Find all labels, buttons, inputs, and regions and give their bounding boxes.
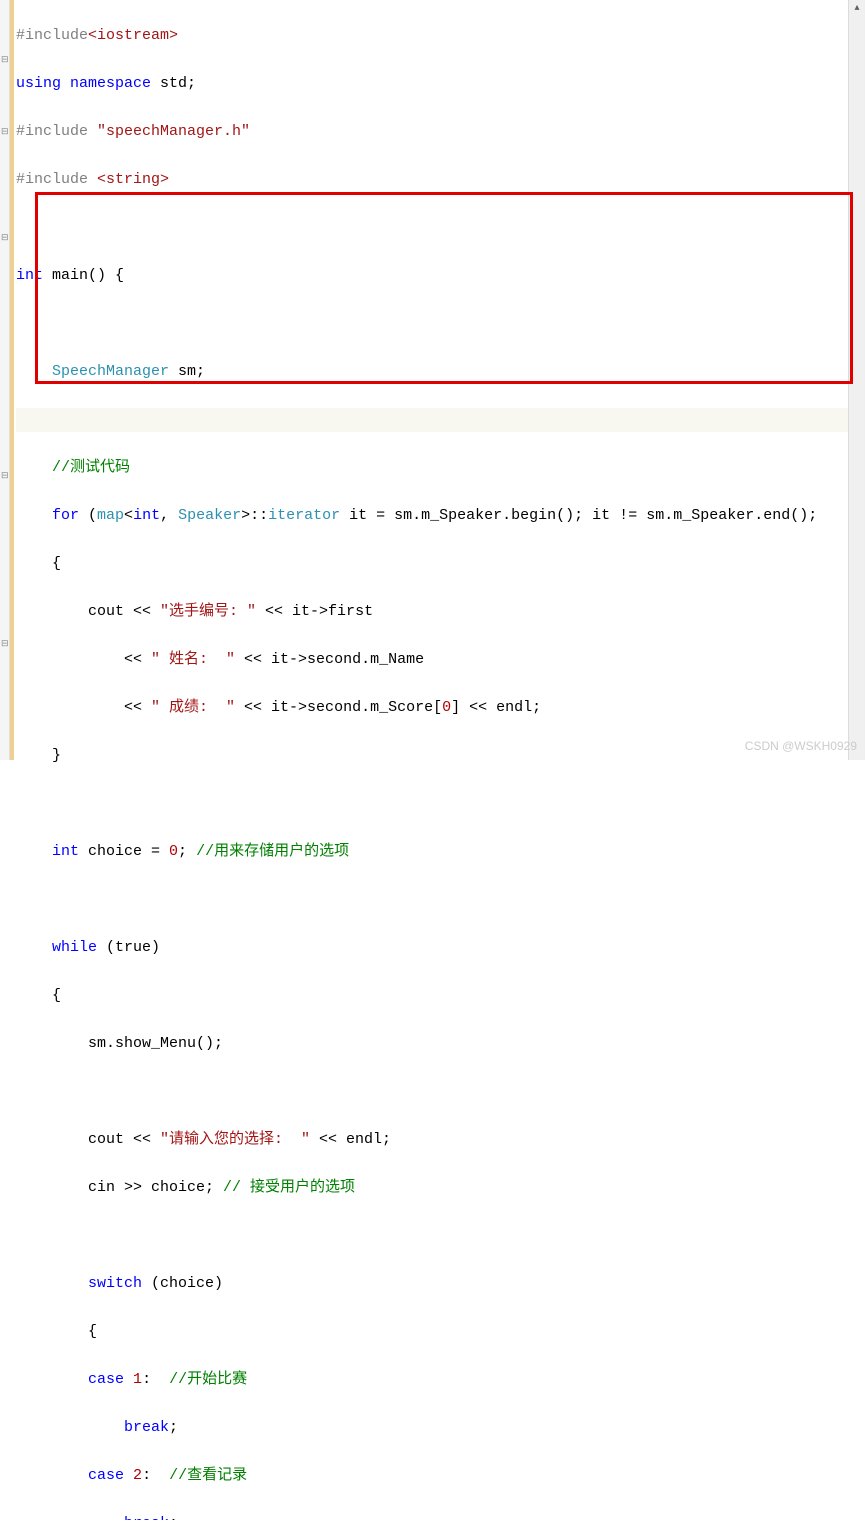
code-line: [16, 792, 865, 816]
code-line: break;: [16, 1512, 865, 1520]
fold-minus-icon[interactable]: ⊟: [1, 468, 9, 482]
code-line: using namespace std;: [16, 72, 865, 96]
code-content[interactable]: #include<iostream> using namespace std; …: [14, 0, 865, 760]
gutter: ⊟ ⊟ ⊟ ⊟ ⊟: [0, 0, 10, 760]
code-line: [16, 1224, 865, 1248]
code-line: [16, 216, 865, 240]
code-line: [16, 408, 865, 432]
code-line: {: [16, 984, 865, 1008]
code-line: [16, 888, 865, 912]
code-line: [16, 312, 865, 336]
code-line: int main() {: [16, 264, 865, 288]
vertical-scrollbar[interactable]: ▴: [848, 0, 865, 760]
code-line: break;: [16, 1416, 865, 1440]
code-line: SpeechManager sm;: [16, 360, 865, 384]
code-line: while (true): [16, 936, 865, 960]
code-line: int choice = 0; //用来存储用户的选项: [16, 840, 865, 864]
code-line: sm.show_Menu();: [16, 1032, 865, 1056]
fold-minus-icon[interactable]: ⊟: [1, 636, 9, 650]
code-line: switch (choice): [16, 1272, 865, 1296]
code-line: [16, 1080, 865, 1104]
code-line: case 1: //开始比赛: [16, 1368, 865, 1392]
code-line: for (map<int, Speaker>::iterator it = sm…: [16, 504, 865, 528]
code-line: #include <string>: [16, 168, 865, 192]
code-line: cout << "选手编号: " << it->first: [16, 600, 865, 624]
code-line: #include<iostream>: [16, 24, 865, 48]
code-line: //测试代码: [16, 456, 865, 480]
code-line: << " 姓名: " << it->second.m_Name: [16, 648, 865, 672]
code-editor: ⊟ ⊟ ⊟ ⊟ ⊟ #include<iostream> using names…: [0, 0, 865, 760]
scroll-up-icon[interactable]: ▴: [849, 0, 865, 17]
fold-minus-icon[interactable]: ⊟: [1, 230, 9, 244]
code-line: {: [16, 1320, 865, 1344]
fold-minus-icon[interactable]: ⊟: [1, 124, 9, 138]
fold-minus-icon[interactable]: ⊟: [1, 52, 9, 66]
code-line: cout << "请输入您的选择: " << endl;: [16, 1128, 865, 1152]
code-line: }: [16, 744, 865, 768]
code-line: cin >> choice; // 接受用户的选项: [16, 1176, 865, 1200]
code-line: << " 成绩: " << it->second.m_Score[0] << e…: [16, 696, 865, 720]
code-line: #include "speechManager.h": [16, 120, 865, 144]
watermark-text: CSDN @WSKH0929: [745, 737, 857, 756]
code-line: case 2: //查看记录: [16, 1464, 865, 1488]
code-line: {: [16, 552, 865, 576]
